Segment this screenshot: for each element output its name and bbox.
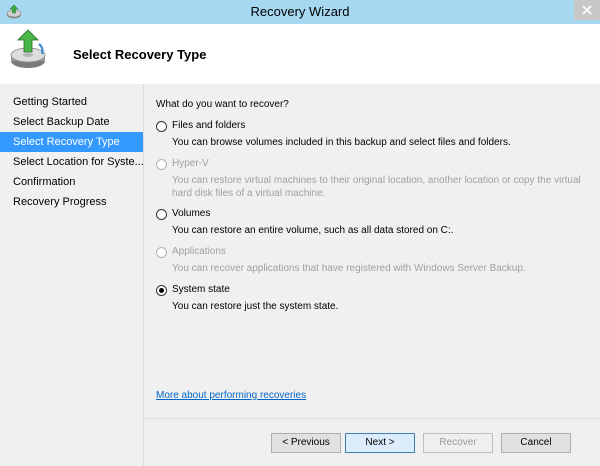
more-about-recoveries-link[interactable]: More about performing recoveries <box>156 390 306 401</box>
previous-button[interactable]: < Previous <box>271 433 341 453</box>
recovery-wizard-window: Recovery Wizard Select Recovery Type Get… <box>0 0 600 466</box>
system-state-radio[interactable] <box>156 285 167 296</box>
hyper-v-radio <box>156 159 167 170</box>
page-title: Select Recovery Type <box>73 47 207 62</box>
step-select-backup-date[interactable]: Select Backup Date <box>0 112 143 132</box>
wizard-header: Select Recovery Type <box>0 24 600 84</box>
system-state-description: You can restore just the system state. <box>172 301 339 312</box>
volumes-radio[interactable] <box>156 209 167 220</box>
step-recovery-progress[interactable]: Recovery Progress <box>0 192 143 212</box>
files-and-folders-label[interactable]: Files and folders <box>172 120 245 131</box>
step-confirmation[interactable]: Confirmation <box>0 172 143 192</box>
hyper-v-description: You can restore virtual machines to thei… <box>172 175 581 199</box>
recovery-type-panel: What do you want to recover? Files and f… <box>144 84 600 418</box>
files-and-folders-radio[interactable] <box>156 121 167 132</box>
close-icon <box>582 5 592 15</box>
cancel-button[interactable]: Cancel <box>501 433 571 453</box>
system-state-label[interactable]: System state <box>172 284 230 295</box>
hyper-v-label: Hyper-V <box>172 158 209 169</box>
wizard-steps: Getting Started Select Backup Date Selec… <box>0 84 144 466</box>
recover-button: Recover <box>423 433 493 453</box>
volumes-label[interactable]: Volumes <box>172 208 210 219</box>
wizard-footer: < Previous Next > Recover Cancel <box>144 418 600 466</box>
next-button[interactable]: Next > <box>345 433 415 453</box>
files-and-folders-description: You can browse volumes included in this … <box>172 137 511 148</box>
applications-description: You can recover applications that have r… <box>172 263 526 274</box>
recovery-question: What do you want to recover? <box>156 99 289 110</box>
step-select-recovery-type[interactable]: Select Recovery Type <box>0 132 143 152</box>
volumes-description: You can restore an entire volume, such a… <box>172 225 454 236</box>
applications-label: Applications <box>172 246 226 257</box>
window-title: Recovery Wizard <box>250 4 350 19</box>
close-button[interactable] <box>574 0 600 20</box>
title-bar[interactable]: Recovery Wizard <box>0 0 600 24</box>
step-getting-started[interactable]: Getting Started <box>0 92 143 112</box>
applications-radio <box>156 247 167 258</box>
backup-restore-icon <box>6 28 50 72</box>
step-select-location[interactable]: Select Location for Syste... <box>0 152 143 172</box>
